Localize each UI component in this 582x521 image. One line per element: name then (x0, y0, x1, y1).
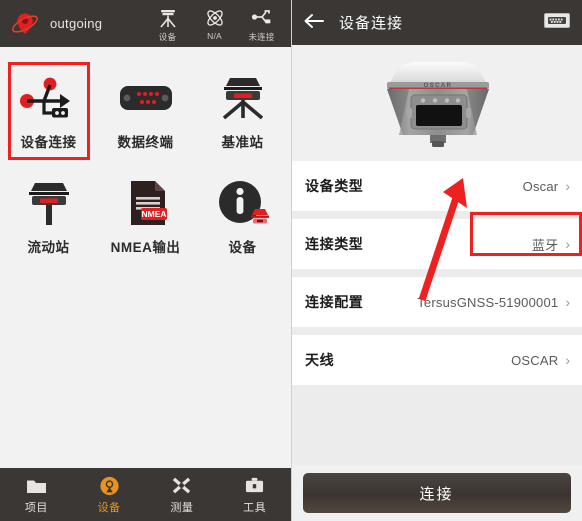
toolbox-icon (244, 475, 265, 497)
grid-label-data-terminal: 数据终端 (117, 134, 174, 150)
panel-divider (291, 0, 292, 521)
right-screen: 设备连接 OSCAR 设备类型 Oscar › 连接类型 蓝牙 › 连接配置 T… (291, 0, 582, 521)
row-label-antenna: 天线 (305, 352, 335, 368)
status-item-satellite[interactable]: N/A (191, 5, 238, 41)
status-item-device[interactable]: 设备 (144, 5, 191, 43)
function-grid-row-1: 设备连接 数据终端 基准站 (0, 57, 291, 162)
grid-item-data-terminal[interactable]: 数据终端 (97, 57, 194, 162)
nmea-file-icon: NMEA (115, 174, 177, 232)
folder-icon (26, 475, 47, 497)
usb-plug-icon (251, 7, 273, 29)
svg-text:OSCAR: OSCAR (423, 83, 452, 89)
row-device-type[interactable]: 设备类型 Oscar › (291, 161, 582, 211)
serial-connector-icon[interactable] (544, 12, 570, 33)
status-indicator-group: 设备 N/A 未连接 (144, 5, 285, 43)
row-connection-config[interactable]: 连接配置 TersusGNSS-51900001 › (291, 277, 582, 327)
left-header-bar: outgoing 设备 N/A 未连接 (0, 0, 291, 47)
satellite-atom-icon (204, 7, 226, 29)
back-arrow-icon[interactable] (303, 13, 329, 33)
app-name-label: outgoing (50, 16, 103, 31)
tab-tools[interactable]: 工具 (218, 468, 291, 521)
grid-item-rover-station[interactable]: 流动站 (0, 162, 97, 267)
app-root: outgoing 设备 N/A 未连接 设备连接 数据终端 基准站 流动站 NM… (0, 0, 582, 521)
function-grid: 设备连接 数据终端 基准站 流动站 NMEA NMEA输出 设备 (0, 47, 291, 468)
tab-label-survey: 测量 (170, 501, 194, 514)
base-station-icon (212, 69, 274, 127)
svg-text:NMEA: NMEA (141, 209, 166, 219)
function-grid-row-2: 流动站 NMEA NMEA输出 设备 (0, 162, 291, 267)
device-radar-icon (99, 475, 120, 497)
grid-item-device-connection[interactable]: 设备连接 (0, 57, 97, 162)
right-header-bar: 设备连接 (291, 0, 582, 45)
bottom-tab-bar: 项目 设备 测量 工具 (0, 468, 291, 521)
row-label-connection-config: 连接配置 (305, 294, 364, 310)
settings-rows: 设备类型 Oscar › 连接类型 蓝牙 › 连接配置 TersusGNSS-5… (291, 161, 582, 465)
red-location-planet-logo-icon (10, 9, 40, 39)
tab-label-tools: 工具 (243, 501, 267, 514)
tab-project[interactable]: 项目 (0, 468, 73, 521)
app-logo: outgoing (10, 9, 102, 39)
gnss-receiver-image-icon: OSCAR (353, 51, 521, 156)
row-label-connection-type: 连接类型 (305, 236, 364, 252)
chevron-right-icon: › (565, 294, 570, 310)
status-label-satellite: N/A (207, 30, 222, 41)
chevron-right-icon: › (565, 236, 570, 252)
tab-device[interactable]: 设备 (73, 468, 146, 521)
rover-station-icon (18, 174, 80, 232)
usb-connect-icon (18, 69, 80, 127)
connect-button[interactable]: 连接 (302, 473, 571, 513)
survey-cross-icon (171, 475, 192, 497)
serial-port-icon (115, 69, 177, 127)
chevron-right-icon: › (565, 178, 570, 194)
status-label-device: 设备 (158, 31, 177, 42)
row-value-connection-type: 蓝牙 (531, 237, 559, 253)
row-value-antenna: OSCAR (511, 352, 559, 368)
status-item-connection[interactable]: 未连接 (238, 5, 285, 43)
row-antenna[interactable]: 天线 OSCAR › (291, 335, 582, 385)
left-screen: outgoing 设备 N/A 未连接 设备连接 数据终端 基准站 流动站 NM… (0, 0, 291, 521)
tab-label-project: 项目 (24, 501, 48, 514)
chevron-right-icon: › (565, 352, 570, 368)
connect-action-bar: 连接 (291, 465, 582, 521)
row-value-device-type: Oscar (522, 178, 559, 194)
tab-label-device: 设备 (97, 501, 121, 514)
grid-item-base-station[interactable]: 基准站 (194, 57, 291, 162)
row-value-connection-config: TersusGNSS-51900001 (417, 294, 559, 310)
page-title: 设备连接 (339, 15, 404, 32)
grid-label-rover-station: 流动站 (27, 239, 70, 255)
device-info-icon (212, 174, 274, 232)
grid-item-nmea-output[interactable]: NMEA NMEA输出 (97, 162, 194, 267)
grid-label-base-station: 基准站 (221, 134, 264, 150)
row-label-device-type: 设备类型 (305, 178, 364, 194)
device-preview: OSCAR (291, 45, 582, 161)
grid-label-nmea-output: NMEA输出 (110, 239, 181, 255)
tab-survey[interactable]: 测量 (146, 468, 219, 521)
antenna-tripod-icon (157, 7, 179, 29)
status-label-connection: 未连接 (248, 31, 275, 42)
grid-label-device-connection: 设备连接 (20, 134, 77, 150)
grid-label-device-info: 设备 (228, 239, 257, 255)
row-connection-type[interactable]: 连接类型 蓝牙 › (291, 219, 582, 269)
grid-item-device-info[interactable]: 设备 (194, 162, 291, 267)
